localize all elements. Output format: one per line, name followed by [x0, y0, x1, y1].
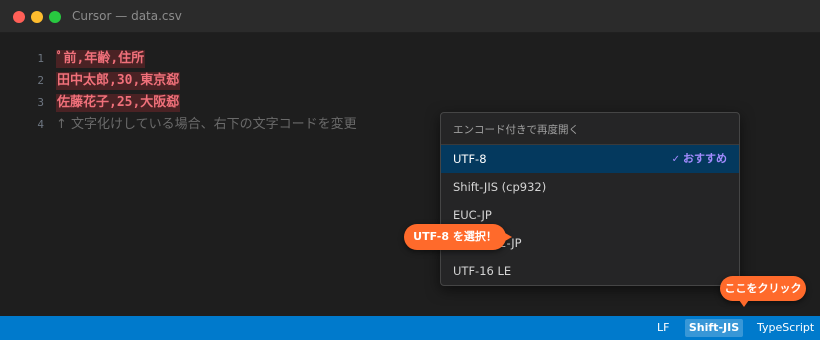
encoding-option-label: EUC-JP	[453, 208, 492, 222]
encoding-option-label: UTF-16 LE	[453, 264, 512, 278]
check-icon: ✓	[671, 154, 680, 165]
minimize-window-button[interactable]	[31, 11, 43, 23]
recommended-badge: ✓ おすすめ	[672, 145, 727, 174]
line-number: 4	[37, 118, 44, 131]
editor-line[interactable]: 1 ﾟ前,年齢,住所	[0, 48, 820, 70]
end-of-line-indicator[interactable]: LF	[657, 316, 669, 340]
line-number: 2	[37, 74, 44, 87]
select-utf8-callout: UTF-8 を選択！	[404, 224, 512, 250]
encoding-option-shift-jis[interactable]: Shift-JIS (cp932)	[441, 173, 739, 201]
line-number: 1	[37, 52, 44, 65]
line-text[interactable]: ﾟ前,年齢,住所	[56, 50, 146, 68]
recommended-label: おすすめ	[683, 152, 727, 165]
encoding-option-label: UTF-8	[453, 152, 487, 166]
encoding-option-utf16le[interactable]: UTF-16 LE	[441, 257, 739, 285]
language-mode-indicator[interactable]: TypeScript	[757, 316, 814, 340]
encoding-option-label: Shift-JIS (cp932)	[453, 180, 547, 194]
encoding-indicator[interactable]: Shift-JIS	[685, 319, 743, 337]
line-number: 3	[37, 96, 44, 109]
click-here-callout: ここをクリック	[720, 276, 806, 307]
status-bar: LF Shift-JIS TypeScript	[0, 316, 820, 340]
line-text[interactable]: 佐藤花子,25,大阪郄	[56, 94, 181, 112]
close-window-button[interactable]	[13, 11, 25, 23]
reopen-with-encoding-dropdown: エンコード付きで再度開く UTF-8 ✓ おすすめ Shift-JIS (cp93…	[440, 112, 740, 286]
maximize-window-button[interactable]	[49, 11, 61, 23]
line-text[interactable]: 田中太郎,30,東京郄	[56, 72, 181, 90]
window-title: Cursor — data.csv	[72, 9, 182, 23]
title-bar: Cursor — data.csv	[0, 0, 820, 33]
dropdown-header: エンコード付きで再度開く	[441, 113, 739, 145]
editor-line[interactable]: 3 佐藤花子,25,大阪郄	[0, 92, 820, 114]
editor-line[interactable]: 2 田中太郎,30,東京郄	[0, 70, 820, 92]
line-text[interactable]: ↑ 文字化けしている場合、右下の文字コードを変更	[56, 116, 357, 134]
encoding-option-utf8[interactable]: UTF-8 ✓ おすすめ	[441, 145, 739, 173]
